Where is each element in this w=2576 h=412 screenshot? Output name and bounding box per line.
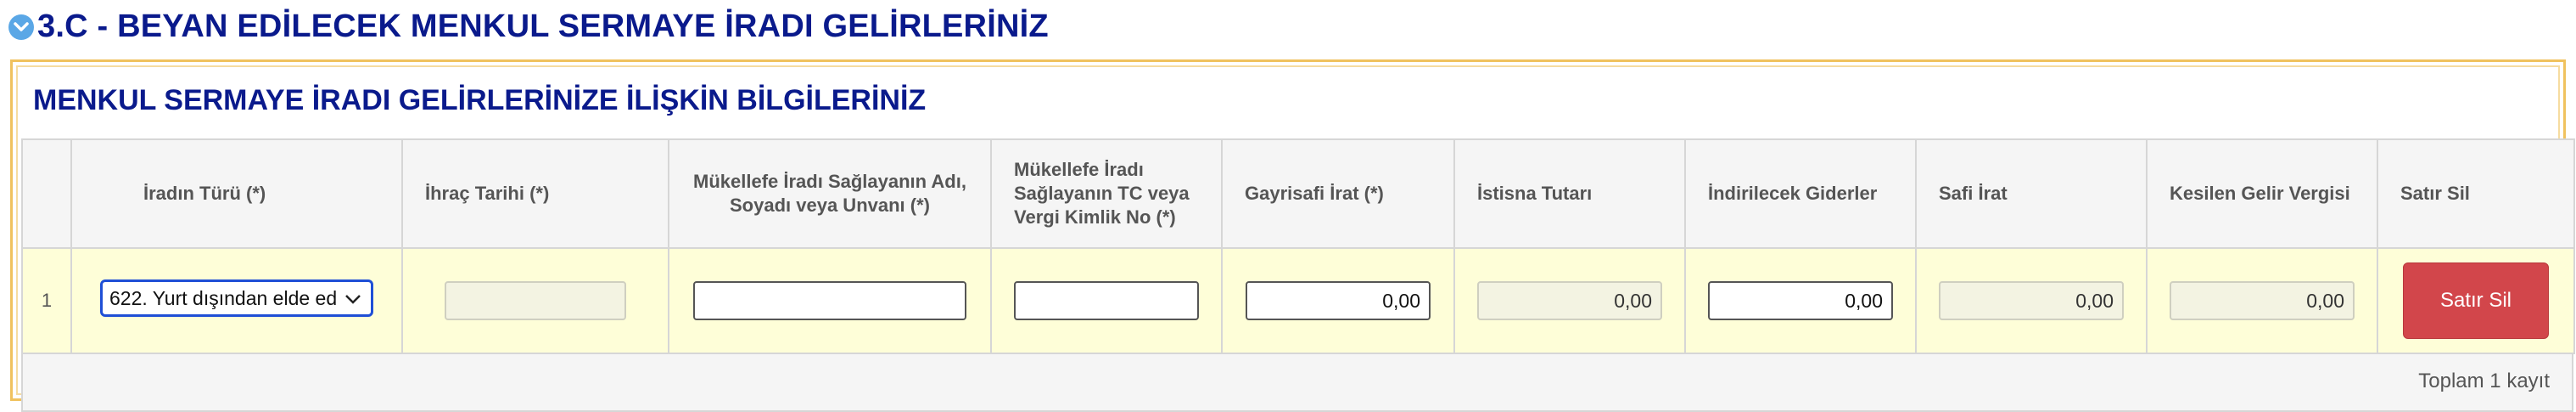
col-header-saglayan-tc: Mükellefe İradı Sağlayanın TC veya Vergi… xyxy=(990,138,1223,249)
ihrac-tarihi-input[interactable] xyxy=(445,281,626,320)
irat-turu-selected-value: 622. Yurt dışından elde ed xyxy=(109,287,338,309)
kesilen-gelir-vergisi-input xyxy=(2170,281,2355,320)
saglayan-tc-input[interactable] xyxy=(1014,281,1199,320)
chevron-down-circle-icon[interactable] xyxy=(8,14,34,40)
record-count: Toplam 1 kayıt xyxy=(2418,370,2550,392)
panel-title: MENKUL SERMAYE İRADI GELİRLERİNİZE İLİŞK… xyxy=(33,84,927,116)
table-header-row: İradın Türü (*) İhraç Tarihi (*) Mükelle… xyxy=(21,138,2575,249)
section-header[interactable]: 3.C - BEYAN EDİLECEK MENKUL SERMAYE İRAD… xyxy=(8,8,1049,45)
income-table: İradın Türü (*) İhraç Tarihi (*) Mükelle… xyxy=(21,138,2575,354)
col-header-no xyxy=(21,138,72,249)
row-number: 1 xyxy=(41,290,53,311)
safi-irat-input xyxy=(1939,281,2124,320)
table-footer: Toplam 1 kayıt xyxy=(21,353,2573,412)
section-title: 3.C - BEYAN EDİLECEK MENKUL SERMAYE İRAD… xyxy=(37,8,1049,44)
col-header-safi-irat: Safi İrat xyxy=(1915,138,2148,249)
col-header-indirilecek-giderler: İndirilecek Giderler xyxy=(1684,138,1917,249)
istisna-tutari-input xyxy=(1477,281,1662,320)
irat-turu-select[interactable]: 622. Yurt dışından elde ed xyxy=(100,279,373,317)
col-header-gayrisafi-irat: Gayrisafi İrat (*) xyxy=(1221,138,1455,249)
col-header-istisna-tutari: İstisna Tutarı xyxy=(1453,138,1686,249)
table-row: 1 622. Yurt dışından elde ed 0,00 0,00 0… xyxy=(21,247,2575,354)
saglayan-adi-input[interactable] xyxy=(693,281,966,320)
delete-row-button[interactable]: Satır Sil xyxy=(2403,262,2549,339)
col-header-saglayan-adi: Mükellefe İradı Sağlayanın Adı, Soyadı v… xyxy=(668,138,992,249)
indirilecek-giderler-input[interactable] xyxy=(1708,281,1893,320)
col-header-ihrac-tarihi: İhraç Tarihi (*) xyxy=(401,138,669,249)
chevron-down-icon xyxy=(342,287,364,314)
col-header-satir-sil: Satır Sil xyxy=(2377,138,2575,249)
gayrisafi-irat-input[interactable] xyxy=(1246,281,1431,320)
col-header-irat-turu: İradın Türü (*) xyxy=(70,138,403,249)
income-panel: MENKUL SERMAYE İRADI GELİRLERİNİZE İLİŞK… xyxy=(10,59,2575,412)
col-header-kesilen-gelir-vergisi: Kesilen Gelir Vergisi xyxy=(2146,138,2378,249)
